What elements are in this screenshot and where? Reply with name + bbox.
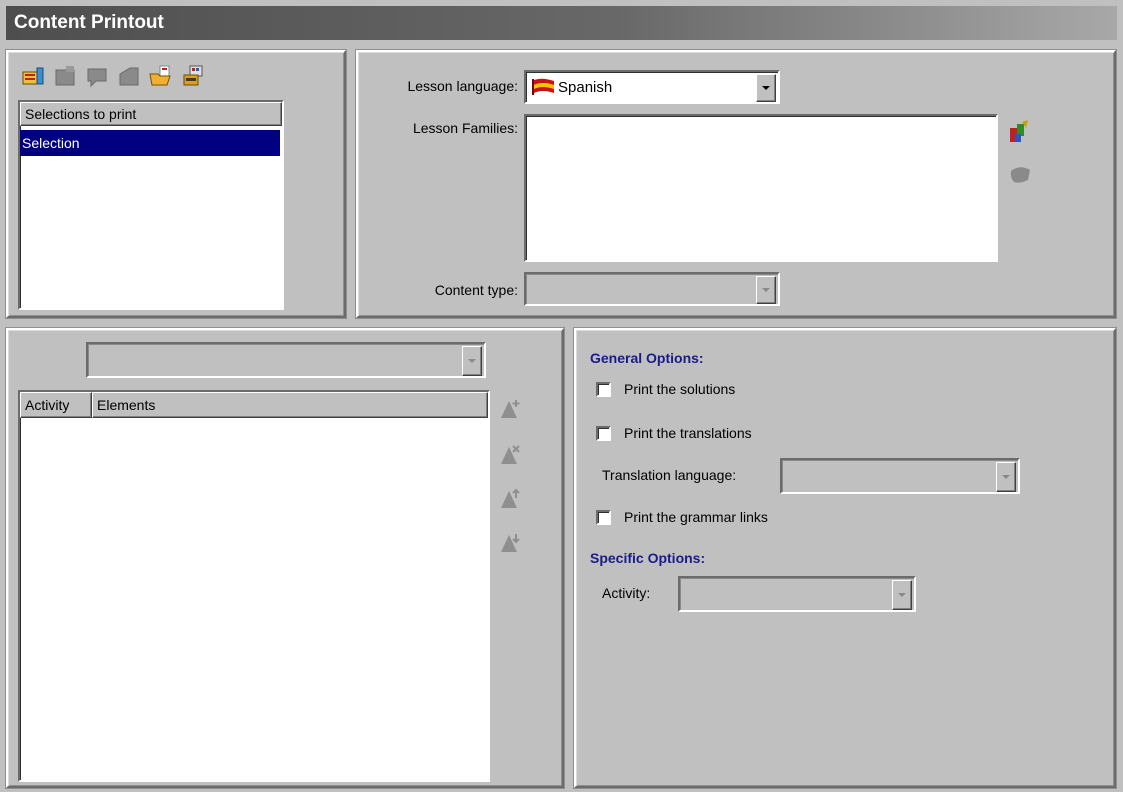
activities-panel: Activity Elements — [6, 328, 564, 788]
content-type-label: Content type: — [434, 282, 518, 298]
print-translations-checkbox[interactable] — [596, 426, 611, 441]
selections-header[interactable]: Selections to print — [20, 102, 282, 126]
activity-options-select[interactable] — [678, 576, 916, 612]
print-grammar-checkbox[interactable] — [596, 510, 611, 525]
column-header-activity[interactable]: Activity — [20, 392, 92, 418]
comment-icon[interactable] — [84, 64, 110, 88]
lesson-families-list[interactable] — [524, 114, 998, 262]
lesson-panel: Lesson language: Spanish Lesson Families… — [356, 50, 1116, 318]
activity-options-dropdown-button[interactable] — [892, 580, 912, 610]
lesson-language-select[interactable]: Spanish — [524, 70, 780, 104]
move-down-icon[interactable] — [498, 530, 524, 559]
content-type-select[interactable] — [524, 272, 780, 306]
spain-flag-icon — [530, 77, 556, 97]
window-title: Content Printout — [6, 6, 1117, 40]
chevron-down-icon — [1002, 475, 1010, 479]
content-type-dropdown-button[interactable] — [756, 276, 776, 304]
options-panel: General Options: Print the solutions Pri… — [574, 328, 1116, 788]
selections-panel: Selections to print Selection — [6, 50, 346, 318]
new-selection-icon[interactable] — [20, 64, 46, 88]
chevron-down-icon — [898, 593, 906, 597]
activities-table[interactable]: Activity Elements — [18, 390, 490, 782]
print-solutions-checkbox[interactable] — [596, 382, 611, 397]
lesson-language-label: Lesson language: — [407, 78, 518, 94]
chevron-down-icon — [468, 359, 476, 363]
print-solutions-label[interactable]: Print the solutions — [624, 381, 735, 397]
general-options-title: General Options: — [590, 350, 704, 366]
activity-filter-select[interactable] — [86, 342, 486, 378]
print-icon[interactable] — [180, 64, 206, 88]
open-folder-icon[interactable] — [148, 64, 174, 88]
translation-language-dropdown-button[interactable] — [996, 462, 1016, 492]
chevron-down-icon — [762, 288, 770, 292]
lesson-families-label: Lesson Families: — [412, 120, 518, 136]
print-grammar-label[interactable]: Print the grammar links — [624, 509, 768, 525]
move-up-icon[interactable] — [498, 486, 524, 515]
remove-family-icon[interactable] — [1006, 162, 1034, 193]
chevron-down-icon — [762, 86, 770, 90]
selections-list[interactable]: Selections to print Selection — [18, 100, 284, 310]
translation-language-select[interactable] — [780, 458, 1020, 494]
list-item[interactable]: Selection — [20, 130, 280, 156]
folder-icon[interactable] — [116, 64, 142, 88]
specific-options-title: Specific Options: — [590, 550, 706, 566]
column-header-elements[interactable]: Elements — [92, 392, 488, 418]
add-activity-icon[interactable] — [498, 396, 524, 425]
translation-language-label: Translation language: — [602, 467, 737, 483]
edit-selection-icon[interactable] — [52, 64, 78, 88]
activity-label: Activity: — [602, 585, 651, 601]
add-family-icon[interactable] — [1006, 118, 1034, 149]
activity-filter-dropdown-button[interactable] — [462, 346, 482, 376]
delete-activity-icon[interactable] — [498, 442, 524, 471]
print-translations-label[interactable]: Print the translations — [624, 425, 752, 441]
lesson-language-dropdown-button[interactable] — [756, 74, 776, 102]
lesson-language-value: Spanish — [558, 79, 613, 96]
